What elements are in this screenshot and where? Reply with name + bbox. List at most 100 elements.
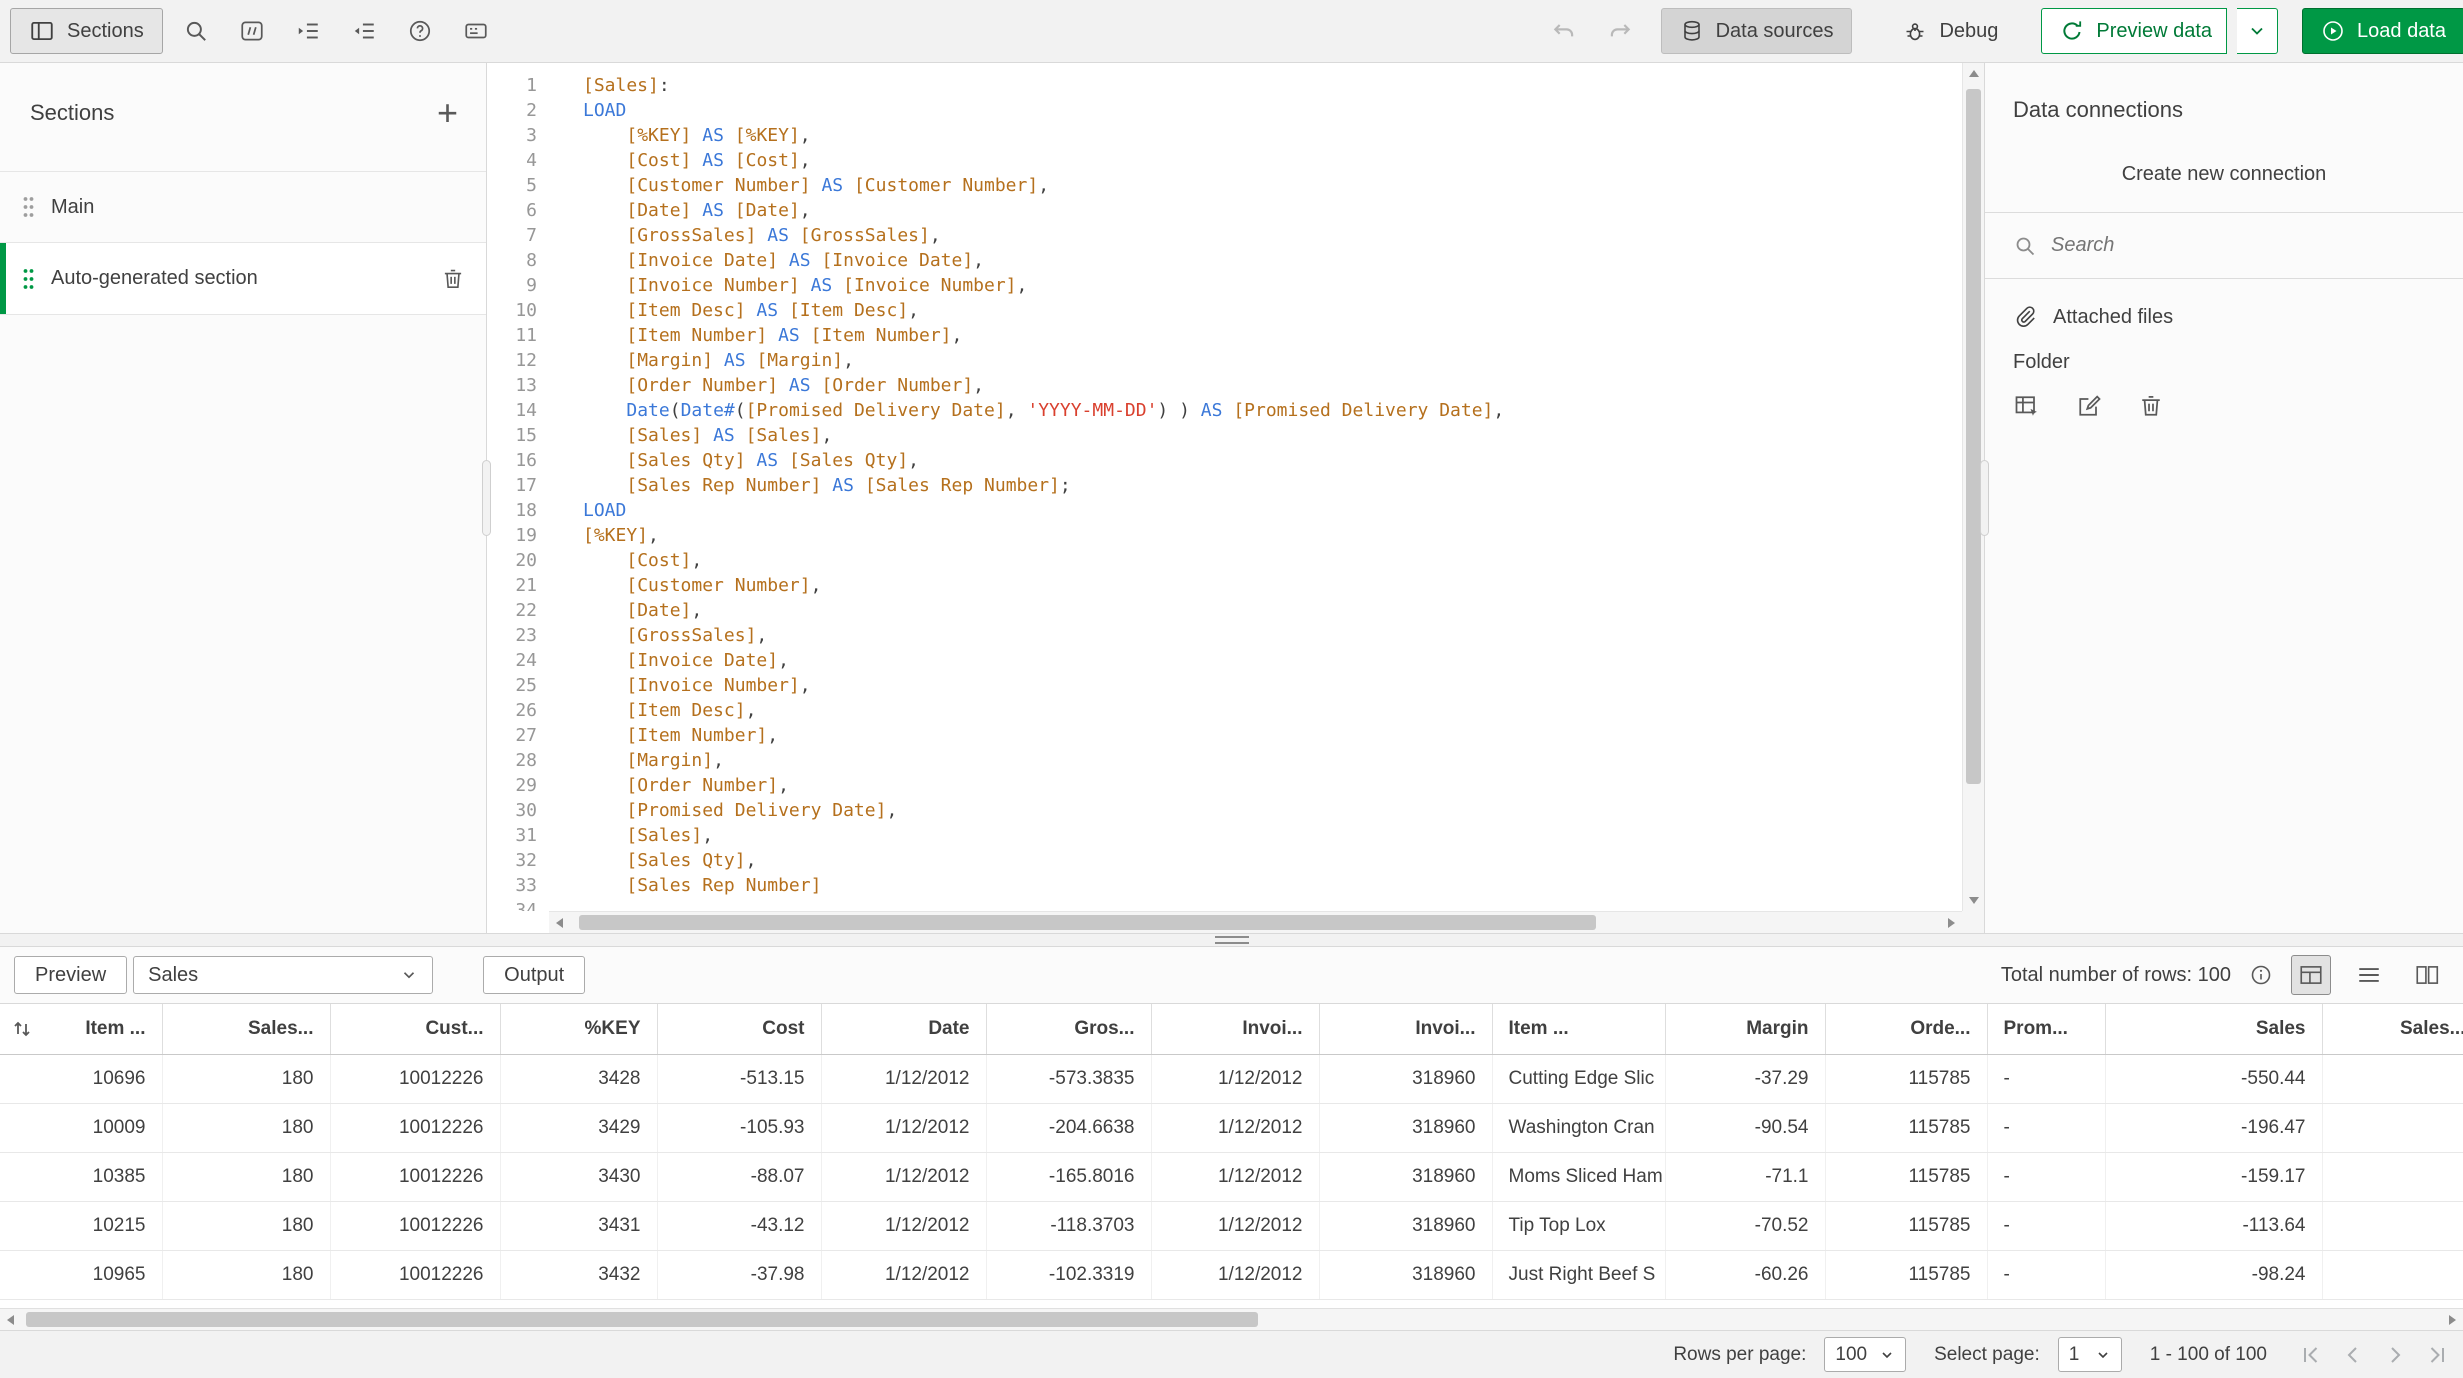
- vertical-scroll-thumb[interactable]: [1966, 89, 1981, 785]
- previous-page-icon[interactable]: [2335, 1337, 2371, 1373]
- code-line[interactable]: [Sales Qty],: [583, 848, 1962, 873]
- code-line[interactable]: [Invoice Number],: [583, 673, 1962, 698]
- drag-handle-icon[interactable]: [22, 266, 35, 292]
- code-line[interactable]: [Item Desc],: [583, 698, 1962, 723]
- code-line[interactable]: [Margin] AS [Margin],: [583, 348, 1962, 373]
- syntax-helper-icon[interactable]: [453, 8, 499, 54]
- column-header[interactable]: Margin: [1665, 1004, 1826, 1055]
- connections-resize-handle[interactable]: [1980, 460, 1989, 536]
- code-line[interactable]: [Margin],: [583, 748, 1962, 773]
- column-header[interactable]: Item ...: [0, 1004, 163, 1055]
- sidebar-resize-handle[interactable]: [482, 460, 491, 536]
- column-header[interactable]: Orde...: [1825, 1004, 1988, 1055]
- code-line[interactable]: [Item Number],: [583, 723, 1962, 748]
- column-header[interactable]: %KEY: [500, 1004, 658, 1055]
- preview-data-button[interactable]: Preview data: [2041, 8, 2228, 54]
- first-page-icon[interactable]: [2293, 1337, 2329, 1373]
- table-view-icon[interactable]: [2291, 955, 2331, 995]
- code-line[interactable]: [Invoice Date],: [583, 648, 1962, 673]
- column-header[interactable]: Sales...: [2322, 1004, 2463, 1055]
- horizontal-scroll-thumb[interactable]: [579, 915, 1597, 930]
- editor-horizontal-scrollbar[interactable]: [549, 911, 1962, 933]
- code-line[interactable]: [%KEY] AS [%KEY],: [583, 123, 1962, 148]
- code-line[interactable]: [GrossSales] AS [GrossSales],: [583, 223, 1962, 248]
- data-sources-button[interactable]: Data sources: [1660, 8, 1853, 54]
- connection-search-input[interactable]: [2051, 234, 2435, 257]
- preview-data-dropdown-button[interactable]: [2237, 8, 2279, 54]
- table-row[interactable]: 10385 180 10012226 3430 -88.07 1/12/2012 -165.…: [0, 1152, 2463, 1202]
- column-header[interactable]: Sales: [2105, 1004, 2323, 1055]
- script-editor[interactable]: 1 2 3 4 5 6 7 8 9 10 11 12 13 14 15 16 17 18 19 20 21 22 23 24 2…: [487, 63, 1984, 933]
- redo-icon[interactable]: [1597, 8, 1643, 54]
- output-button[interactable]: Output: [483, 956, 586, 994]
- code-line[interactable]: [Date],: [583, 598, 1962, 623]
- column-header[interactable]: Invoi...: [1319, 1004, 1493, 1055]
- create-connection-button[interactable]: Create new connection: [1985, 149, 2463, 213]
- attached-files-item[interactable]: Attached files: [1985, 279, 2463, 335]
- info-icon[interactable]: [2249, 963, 2273, 987]
- code-line[interactable]: [583, 898, 1962, 911]
- code-line[interactable]: [Sales] AS [Sales],: [583, 423, 1962, 448]
- section-item[interactable]: Main: [0, 171, 486, 243]
- folder-connection-item[interactable]: Folder: [1985, 335, 2463, 382]
- sections-toggle-button[interactable]: Sections: [10, 8, 163, 54]
- debug-button[interactable]: Debug: [1884, 8, 2017, 54]
- drag-handle-icon[interactable]: [22, 194, 35, 220]
- table-horizontal-scrollbar[interactable]: [0, 1308, 2463, 1330]
- table-row[interactable]: 10696 180 10012226 3428 -513.15 1/12/2012 -573…: [0, 1054, 2463, 1104]
- code-line[interactable]: [Sales Rep Number] AS [Sales Rep Number]…: [583, 473, 1962, 498]
- section-item[interactable]: Auto-generated section: [0, 243, 486, 315]
- column-header[interactable]: Item ...: [1492, 1004, 1666, 1055]
- code-line[interactable]: [%KEY],: [583, 523, 1962, 548]
- search-icon[interactable]: [173, 8, 219, 54]
- code-line[interactable]: [Sales Rep Number]: [583, 873, 1962, 898]
- table-selector[interactable]: Sales: [133, 956, 434, 994]
- card-view-icon[interactable]: [2407, 955, 2447, 995]
- code-line[interactable]: [Item Number] AS [Item Number],: [583, 323, 1962, 348]
- code-line[interactable]: [Customer Number] AS [Customer Number],: [583, 173, 1962, 198]
- edit-connection-icon[interactable]: [2071, 388, 2107, 424]
- next-page-icon[interactable]: [2377, 1337, 2413, 1373]
- scroll-left-arrow-icon[interactable]: [7, 1315, 14, 1325]
- table-row[interactable]: 10215 180 10012226 3431 -43.12 1/12/2012 -118.…: [0, 1201, 2463, 1251]
- load-data-button[interactable]: Load data: [2302, 8, 2463, 54]
- code-line[interactable]: [Invoice Date] AS [Invoice Date],: [583, 248, 1962, 273]
- add-section-button[interactable]: +: [437, 95, 458, 131]
- comment-icon[interactable]: [229, 8, 275, 54]
- code-line[interactable]: [Sales]:: [583, 73, 1962, 98]
- code-line[interactable]: [Order Number],: [583, 773, 1962, 798]
- code-line[interactable]: [GrossSales],: [583, 623, 1962, 648]
- editor-preview-splitter[interactable]: [0, 933, 2463, 947]
- column-header[interactable]: Cust...: [330, 1004, 501, 1055]
- last-page-icon[interactable]: [2419, 1337, 2455, 1373]
- scroll-left-arrow-icon[interactable]: [556, 918, 563, 928]
- select-data-icon[interactable]: [2009, 388, 2045, 424]
- rows-per-page-select[interactable]: 100: [1824, 1337, 1907, 1372]
- column-header[interactable]: Date: [821, 1004, 987, 1055]
- undo-icon[interactable]: [1541, 8, 1587, 54]
- table-row[interactable]: 10009 180 10012226 3429 -105.93 1/12/2012 -204…: [0, 1103, 2463, 1153]
- code-line[interactable]: [Sales Qty] AS [Sales Qty],: [583, 448, 1962, 473]
- outdent-icon[interactable]: [341, 8, 387, 54]
- code-lines[interactable]: [Sales]: LOAD [%KEY] AS [%KEY], [Cost] AS…: [549, 63, 1962, 911]
- code-line[interactable]: [Item Desc] AS [Item Desc],: [583, 298, 1962, 323]
- select-page-select[interactable]: 1: [2057, 1337, 2122, 1372]
- indent-icon[interactable]: [285, 8, 331, 54]
- scroll-down-arrow-icon[interactable]: [1969, 897, 1979, 904]
- column-header[interactable]: Prom...: [1987, 1004, 2106, 1055]
- code-line[interactable]: [Sales],: [583, 823, 1962, 848]
- code-line[interactable]: Date(Date#([Promised Delivery Date], 'YY…: [583, 398, 1962, 423]
- code-line[interactable]: [Promised Delivery Date],: [583, 798, 1962, 823]
- code-line[interactable]: [Invoice Number] AS [Invoice Number],: [583, 273, 1962, 298]
- code-line[interactable]: [Cost],: [583, 548, 1962, 573]
- column-header[interactable]: Invoi...: [1151, 1004, 1320, 1055]
- preview-button[interactable]: Preview: [14, 956, 128, 994]
- delete-connection-icon[interactable]: [2133, 388, 2169, 424]
- list-view-icon[interactable]: [2349, 955, 2389, 995]
- delete-section-button[interactable]: [436, 262, 470, 296]
- help-icon[interactable]: [397, 8, 443, 54]
- code-line[interactable]: [Order Number] AS [Order Number],: [583, 373, 1962, 398]
- code-line[interactable]: [Date] AS [Date],: [583, 198, 1962, 223]
- code-line[interactable]: [Cost] AS [Cost],: [583, 148, 1962, 173]
- scroll-up-arrow-icon[interactable]: [1969, 70, 1979, 77]
